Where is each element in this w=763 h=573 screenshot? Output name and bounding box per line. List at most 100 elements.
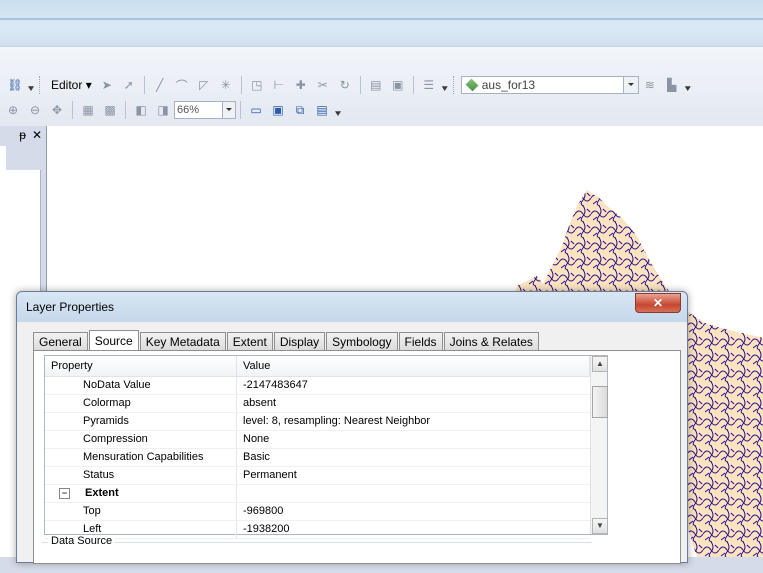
toolbar-separator: [359, 76, 361, 94]
table-row[interactable]: Compression None: [45, 431, 590, 449]
toolbar-separator: [240, 76, 242, 94]
pin-icon[interactable]: ᵽ: [19, 128, 26, 142]
tab-symbology[interactable]: Symbology: [326, 332, 398, 350]
edit-annotation-icon[interactable]: ➚: [121, 77, 137, 93]
toolbar-separator: [72, 101, 73, 119]
focus-data-frame-icon[interactable]: ▣: [270, 102, 286, 118]
property-name: Compression: [45, 431, 237, 448]
property-value: None: [243, 433, 270, 445]
table-row[interactable]: Top -969800: [45, 503, 590, 521]
data-source-group: Data Source: [42, 535, 592, 573]
scroll-thumb[interactable]: [592, 386, 608, 418]
toolbar-grip[interactable]: [39, 76, 44, 94]
create-features-icon[interactable]: ☰: [421, 77, 437, 93]
end-point-arc-icon[interactable]: ⌒: [174, 77, 190, 93]
straight-segment-icon[interactable]: ╱: [152, 77, 168, 93]
data-driven-pages-icon[interactable]: ▤: [314, 102, 330, 118]
property-grid[interactable]: Property Value NoData Value -2147483647 …: [44, 355, 608, 539]
edit-tool-icon[interactable]: ➤: [99, 77, 115, 93]
zoom-percent-select[interactable]: 66%: [174, 101, 236, 119]
property-name: Mensuration Capabilities: [45, 449, 237, 466]
toolbar-dropdown-arrow[interactable]: [335, 111, 341, 116]
tab-fields[interactable]: Fields: [398, 332, 443, 350]
dialog-tabs: General Source Key Metadata Extent Displ…: [33, 330, 540, 351]
layer-select-dropdown-button[interactable]: [622, 77, 638, 93]
pan-page-icon[interactable]: ✥: [49, 102, 65, 118]
scroll-down-button[interactable]: ▼: [592, 518, 608, 534]
zoom-100-icon[interactable]: ▩: [102, 102, 118, 118]
attributes-icon[interactable]: ▤: [368, 77, 384, 93]
tab-source[interactable]: Source: [88, 330, 139, 351]
toolbar-dropdown-arrow[interactable]: [441, 86, 448, 91]
edit-vertices-icon[interactable]: ◳: [249, 77, 265, 93]
toggle-draft-mode-icon[interactable]: ▭: [248, 102, 264, 118]
source-tab-panel: Property Value NoData Value -2147483647 …: [33, 350, 681, 564]
property-value: Permanent: [243, 469, 297, 481]
layer-select-value: aus_for13: [481, 78, 536, 92]
dialog-close-button[interactable]: ✕: [635, 293, 681, 313]
tab-display[interactable]: Display: [273, 332, 326, 350]
toc-header: ᵽ ✕: [0, 126, 46, 144]
property-value: absent: [243, 397, 277, 409]
dialog-title: Layer Properties: [26, 300, 115, 314]
table-row[interactable]: Left -1938200: [45, 521, 590, 539]
scroll-up-button[interactable]: ▲: [592, 356, 608, 372]
zoom-percent-value: 66%: [177, 104, 200, 116]
construction-tools-icon[interactable]: ◸: [196, 77, 212, 93]
toolbar-separator: [143, 76, 145, 94]
zoom-out-page-icon[interactable]: ⊖: [27, 102, 43, 118]
column-header-property[interactable]: Property: [45, 356, 237, 376]
data-source-label: Data Source: [48, 535, 116, 547]
property-value: level: 8, resampling: Nearest Neighbor: [243, 415, 431, 427]
split-tool-icon[interactable]: ✂: [315, 77, 331, 93]
close-icon[interactable]: ✕: [32, 128, 42, 142]
dialog-client: General Source Key Metadata Extent Displ…: [25, 322, 681, 564]
table-row[interactable]: Mensuration Capabilities Basic: [45, 449, 590, 467]
point-tools-icon[interactable]: ✳: [218, 77, 234, 93]
toolbar-separator: [125, 101, 126, 119]
tab-key-metadata[interactable]: Key Metadata: [139, 332, 226, 350]
toolbar-separator: [240, 101, 241, 119]
editor-label: Editor: [51, 78, 83, 92]
reshape-feature-icon[interactable]: ⊢: [271, 77, 287, 93]
network-icon[interactable]: ⛓: [7, 77, 23, 93]
property-value: -2147483647: [243, 379, 308, 391]
property-grid-header: Property Value: [45, 356, 590, 377]
toc-strip: [0, 146, 6, 170]
layer-select[interactable]: aus_for13: [460, 76, 639, 94]
rotate-icon[interactable]: ↻: [337, 77, 353, 93]
zoom-dropdown-button[interactable]: [222, 102, 235, 118]
toolbar-dropdown-arrow[interactable]: [28, 86, 34, 91]
tab-joins-relates[interactable]: Joins & Relates: [443, 332, 539, 350]
cut-polygons-icon[interactable]: ✚: [293, 77, 309, 93]
sketch-properties-icon[interactable]: ▣: [390, 77, 406, 93]
table-row[interactable]: Status Permanent: [45, 467, 590, 485]
table-row[interactable]: Pyramids level: 8, resampling: Nearest N…: [45, 413, 590, 431]
category-label: Extent: [85, 487, 119, 499]
toolbar-dropdown-arrow[interactable]: [684, 86, 691, 91]
table-row[interactable]: NoData Value -2147483647: [45, 377, 590, 395]
zoom-in-page-icon[interactable]: ⊕: [5, 102, 21, 118]
toolbar-grip[interactable]: [452, 76, 458, 94]
column-header-value[interactable]: Value: [237, 356, 590, 376]
tab-general[interactable]: General: [33, 332, 88, 350]
property-value: Basic: [243, 451, 270, 463]
toolbar-separator: [412, 76, 414, 94]
zoom-whole-page-icon[interactable]: ▦: [80, 102, 96, 118]
collapse-icon[interactable]: −: [59, 488, 70, 499]
fixed-zoom-in-icon[interactable]: ◧: [133, 102, 149, 118]
histogram-icon[interactable]: ▙: [664, 77, 680, 93]
toolbar-row-editor: ⛓ Editor ▾ ➤ ➚ ╱ ⌒ ◸ ✳ ◳ ⊢ ✚ ✂ ↻ ▤ ▣ ☰ a…: [4, 72, 693, 98]
property-value: [237, 485, 590, 502]
editor-menu-button[interactable]: Editor ▾: [47, 78, 96, 92]
fixed-zoom-out-icon[interactable]: ◨: [155, 102, 171, 118]
category-row-extent[interactable]: − Extent: [45, 485, 590, 503]
tab-extent[interactable]: Extent: [226, 332, 273, 350]
table-row[interactable]: Colormap absent: [45, 395, 590, 413]
dialog-title-bar[interactable]: Layer Properties ✕: [17, 292, 687, 322]
property-value: -969800: [243, 505, 284, 517]
contour-icon[interactable]: ≋: [642, 77, 658, 93]
change-layout-icon[interactable]: ⧉: [292, 102, 308, 118]
vertical-scrollbar[interactable]: ▲ ▼: [590, 356, 608, 534]
raster-layer-icon: [465, 78, 479, 92]
